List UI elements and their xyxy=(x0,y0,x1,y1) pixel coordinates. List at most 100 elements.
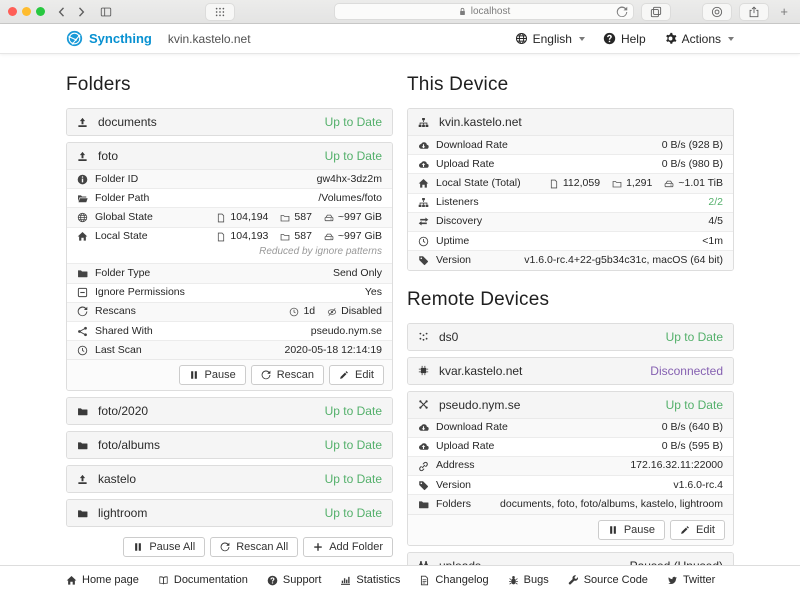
device-nodes-icon xyxy=(418,399,429,410)
row-discovery: Discovery 4/5 xyxy=(408,212,733,231)
folder-header-foto2020[interactable]: foto/2020 Up to Date xyxy=(67,398,392,424)
rescans-value: 1d Disabled xyxy=(289,304,382,319)
lock-icon xyxy=(458,7,467,16)
back-button[interactable] xyxy=(56,6,68,18)
row-shared-with: Shared With pseudo.nym.se xyxy=(67,321,392,340)
local-state-total-value: 112,059 1,291 ~1.01 TiB xyxy=(549,176,723,191)
folders-global-actions: Pause All Rescan All Add Folder xyxy=(66,537,393,557)
eye-slash-icon xyxy=(327,307,337,317)
folder-panel-fotoalbums: foto/albums Up to Date xyxy=(66,431,393,459)
send-only-folder-icon xyxy=(77,151,88,162)
footer-twitter-link[interactable]: Twitter xyxy=(667,574,715,586)
refresh-icon xyxy=(261,370,271,380)
clock-icon xyxy=(77,345,88,356)
pause-device-button[interactable]: Pause xyxy=(598,520,665,540)
pause-all-folders-button[interactable]: Pause All xyxy=(123,537,205,557)
folder-detail-table: Folder ID gw4hx-3dz2m Folder Path /Volum… xyxy=(67,169,392,359)
folder-status: Up to Date xyxy=(325,472,382,486)
footer-changelog-link[interactable]: Changelog xyxy=(419,574,488,586)
folder-header-kastelo[interactable]: kastelo Up to Date xyxy=(67,466,392,492)
badge-icon xyxy=(711,6,723,18)
pencil-icon xyxy=(339,370,349,380)
network-device-icon xyxy=(418,117,429,128)
add-folder-button[interactable]: Add Folder xyxy=(303,537,393,557)
device-actions: Pause Edit xyxy=(408,514,733,545)
upload-rate-value: 0 B/s (595 B) xyxy=(662,439,723,454)
tab-overview-grid-button[interactable] xyxy=(205,3,235,21)
folder-panel-documents: documents Up to Date xyxy=(66,108,393,136)
device-header-pseudo[interactable]: pseudo.nym.se Up to Date xyxy=(408,392,733,418)
this-device-name: kvin.kastelo.net xyxy=(439,115,522,129)
download-rate-value: 0 B/s (928 B) xyxy=(662,138,723,153)
help-link[interactable]: Help xyxy=(603,32,646,46)
actions-menu[interactable]: Actions xyxy=(664,32,734,46)
new-tab-button[interactable]: + xyxy=(776,4,792,19)
row-folders: Folders documents, foto, foto/albums, ka… xyxy=(408,494,733,513)
edit-device-button[interactable]: Edit xyxy=(670,520,725,540)
pause-button[interactable]: Pause xyxy=(179,365,246,385)
folder-icon xyxy=(77,440,88,451)
folder-header-foto[interactable]: foto Up to Date xyxy=(67,143,392,169)
global-state-value: 104,194 587 ~997 GiB xyxy=(216,210,382,225)
file-icon xyxy=(216,213,226,223)
show-all-tabs-button[interactable] xyxy=(641,3,671,21)
footer-statistics-link[interactable]: Statistics xyxy=(340,574,400,586)
folder-open-icon xyxy=(77,193,88,204)
language-menu[interactable]: English xyxy=(515,32,585,46)
version-value: v1.6.0-rc.4 xyxy=(673,478,723,493)
minus-square-icon xyxy=(77,287,88,298)
window-controls[interactable] xyxy=(8,7,45,16)
this-device-panel: kvin.kastelo.net Download Rate 0 B/s (92… xyxy=(407,108,734,271)
discovery-value: 4/5 xyxy=(708,214,723,229)
row-download-rate: Download Rate 0 B/s (640 B) xyxy=(408,419,733,437)
folder-header-fotoalbums[interactable]: foto/albums Up to Date xyxy=(67,432,392,458)
folder-outline-icon xyxy=(280,232,290,242)
this-device-header[interactable]: kvin.kastelo.net xyxy=(408,109,733,135)
edit-button[interactable]: Edit xyxy=(329,365,384,385)
footer-support-link[interactable]: Support xyxy=(267,574,322,586)
chevron-down-icon xyxy=(728,37,734,41)
row-listeners: Listeners 2/2 xyxy=(408,193,733,212)
address-url: localhost xyxy=(471,6,510,17)
folder-name: kastelo xyxy=(98,472,136,486)
device-header-ds0[interactable]: ds0 Up to Date xyxy=(408,324,733,350)
link-icon xyxy=(418,461,429,472)
rescan-all-button[interactable]: Rescan All xyxy=(210,537,298,557)
rescan-button[interactable]: Rescan xyxy=(251,365,324,385)
local-state-value: 104,193 587 ~997 GiB xyxy=(216,229,382,244)
device-name-header: kvin.kastelo.net xyxy=(168,32,251,46)
minimize-window-button[interactable] xyxy=(22,7,31,16)
ignore-permissions-value: Yes xyxy=(365,285,382,300)
sidebar-toggle-button[interactable] xyxy=(100,6,112,18)
row-upload-rate: Upload Rate 0 B/s (980 B) xyxy=(408,154,733,173)
footer-source-code-link[interactable]: Source Code xyxy=(568,574,648,586)
reload-button[interactable] xyxy=(616,6,628,18)
share-button[interactable] xyxy=(739,3,769,21)
folder-outline-icon xyxy=(280,213,290,223)
close-window-button[interactable] xyxy=(8,7,17,16)
folder-actions: Pause Rescan Edit xyxy=(67,359,392,390)
row-upload-rate: Upload Rate 0 B/s (595 B) xyxy=(408,437,733,456)
refresh-icon xyxy=(220,542,230,552)
zoom-window-button[interactable] xyxy=(36,7,45,16)
file-icon xyxy=(549,179,559,189)
privacy-report-button[interactable] xyxy=(702,3,732,21)
cloud-upload-icon xyxy=(418,441,429,452)
forward-button[interactable] xyxy=(75,6,87,18)
question-icon xyxy=(267,575,278,586)
row-rescans: Rescans 1d Disabled xyxy=(67,302,392,321)
device-header-kvar[interactable]: kvar.kastelo.net Disconnected xyxy=(408,358,733,384)
footer-documentation-link[interactable]: Documentation xyxy=(158,574,248,586)
globe-icon xyxy=(515,32,528,45)
folder-header-lightroom[interactable]: lightroom Up to Date xyxy=(67,500,392,526)
home-icon xyxy=(77,231,88,242)
folder-header-documents[interactable]: documents Up to Date xyxy=(67,109,392,135)
footer-bugs-link[interactable]: Bugs xyxy=(508,574,549,586)
footer-home-link[interactable]: Home page xyxy=(66,574,139,586)
pause-icon xyxy=(133,542,143,552)
row-folder-id: Folder ID gw4hx-3dz2m xyxy=(67,170,392,188)
address-bar[interactable]: localhost xyxy=(334,3,634,20)
twitter-icon xyxy=(667,575,678,586)
folder-outline-icon xyxy=(612,179,622,189)
gear-icon xyxy=(664,32,677,45)
